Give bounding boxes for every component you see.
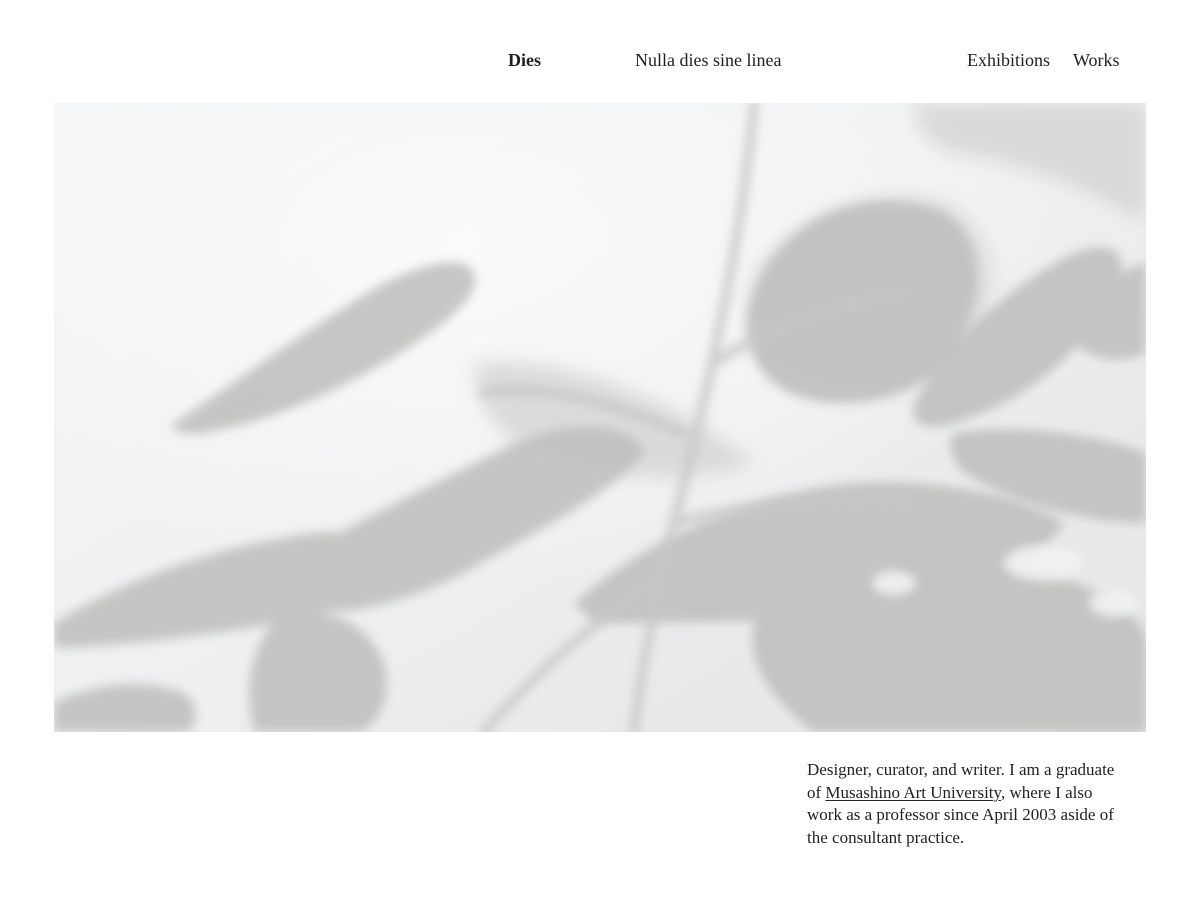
site-header: Dies Nulla dies sine linea Exhibitions W… — [0, 0, 1200, 100]
nav-exhibitions-link[interactable]: Exhibitions — [967, 49, 1050, 71]
plant-shadow-photo — [54, 103, 1146, 732]
bio-paragraph: Designer, curator, and writer. I am a gr… — [807, 759, 1117, 849]
site-tagline: Nulla dies sine linea — [635, 50, 782, 70]
hero-image — [54, 103, 1146, 732]
university-link[interactable]: Musashino Art University — [825, 783, 1001, 802]
site-logo-link[interactable]: Dies — [508, 49, 541, 71]
nav-works-link[interactable]: Works — [1073, 49, 1120, 71]
